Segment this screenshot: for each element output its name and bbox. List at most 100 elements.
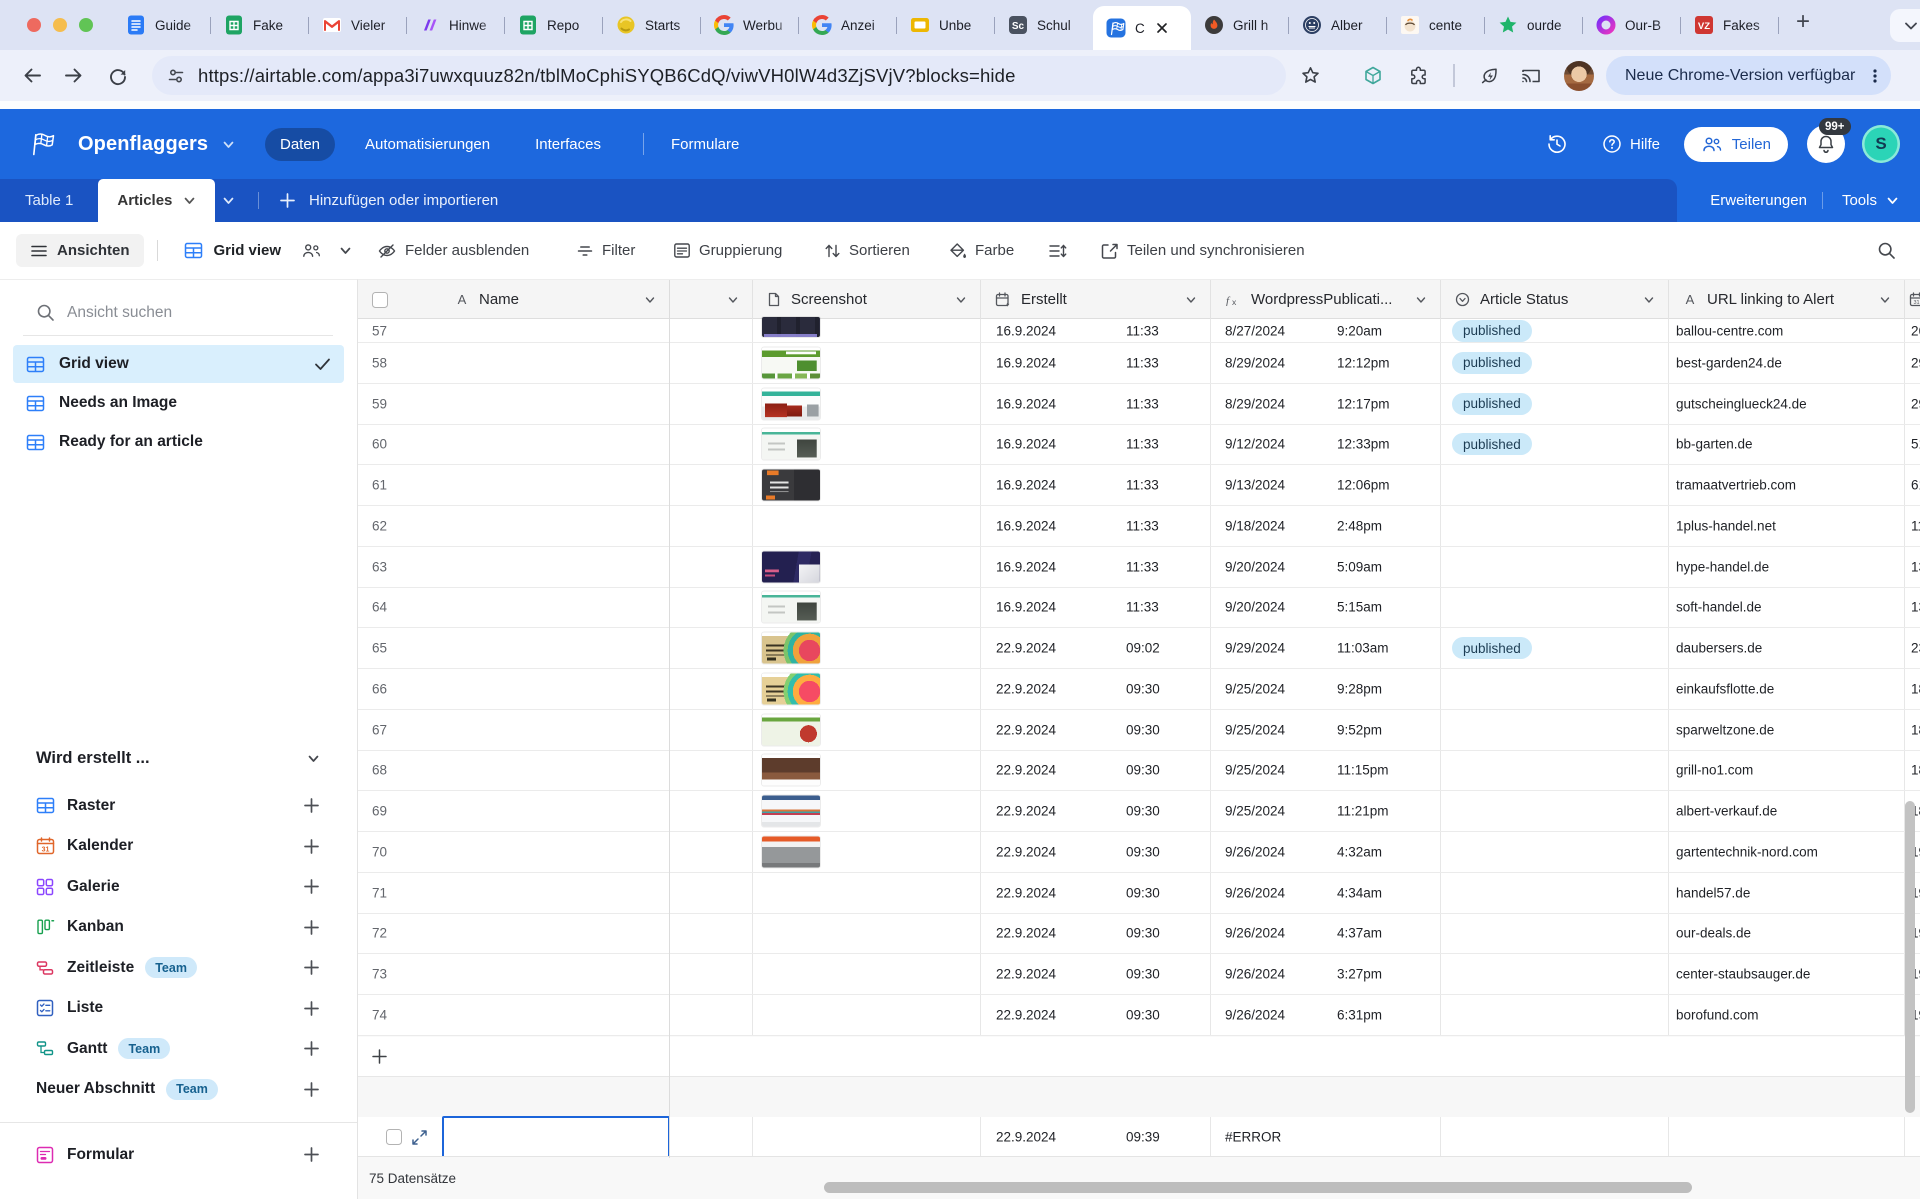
unnamed-cell[interactable] (670, 319, 753, 342)
screenshot-cell[interactable] (753, 873, 981, 913)
wordpress-cell[interactable]: 9/29/2024 11:03am (1211, 628, 1441, 668)
table-tab[interactable]: Table 1 (0, 179, 98, 222)
erstellt-cell[interactable]: 22.9.2024 09:30 (981, 669, 1211, 709)
wordpress-cell[interactable]: 9/26/2024 4:37am (1211, 914, 1441, 954)
create-option[interactable]: Liste (0, 988, 357, 1029)
toolbar-button[interactable]: Farbe (948, 242, 1014, 260)
browser-tab[interactable]: VZ Fakes (1681, 0, 1779, 50)
new-tab-button[interactable]: + (1796, 8, 1810, 36)
alert-cell[interactable]: 18 (1905, 751, 1920, 791)
erstellt-cell[interactable]: 16.9.2024 11:33 (981, 547, 1211, 587)
erstellt-cell[interactable]: 22.9.2024 09:30 (981, 710, 1211, 750)
table-row[interactable]: 68 22.9.2024 09:30 9/25/2024 11:15pm gri… (358, 751, 1920, 792)
site-settings-icon[interactable] (167, 67, 185, 85)
table-row[interactable]: 61 16.9.2024 11:33 9/13/2024 12:06pm tra… (358, 465, 1920, 506)
view-search[interactable]: Ansicht suchen (0, 280, 357, 322)
column-header[interactable]: 31 (1905, 280, 1920, 319)
erstellt-cell[interactable]: 16.9.2024 11:33 (981, 384, 1211, 424)
status-cell[interactable] (1441, 1117, 1669, 1157)
create-option[interactable]: Kanban (0, 907, 357, 948)
help-button[interactable]: Hilfe (1602, 109, 1660, 179)
chevron-down-icon[interactable] (1185, 294, 1197, 306)
create-section-header[interactable]: Wird erstellt ... (36, 749, 320, 768)
plus-icon[interactable] (303, 1000, 320, 1017)
create-option[interactable]: 31 Kalender (0, 826, 357, 867)
url-cell[interactable]: ballou-centre.com (1669, 319, 1905, 342)
name-cell[interactable]: 57 (358, 319, 670, 342)
plus-icon[interactable] (303, 838, 320, 855)
alert-cell[interactable]: 11 (1905, 506, 1920, 546)
url-cell[interactable]: sparweltzone.de (1669, 710, 1905, 750)
bookmark-button[interactable] (1300, 50, 1321, 101)
erstellt-cell[interactable]: 22.9.2024 09:02 (981, 628, 1211, 668)
create-option[interactable]: Formular (0, 1135, 357, 1176)
alert-cell[interactable]: 18 (1905, 669, 1920, 709)
forward-button[interactable] (63, 50, 84, 101)
create-option[interactable]: Zeitleiste Team (0, 948, 357, 989)
column-header[interactable]: Article Status (1441, 280, 1669, 319)
screenshot-cell[interactable] (753, 791, 981, 831)
unnamed-cell[interactable] (670, 791, 753, 831)
wordpress-cell[interactable]: 9/26/2024 6:31pm (1211, 995, 1441, 1035)
erstellt-cell[interactable]: 16.9.2024 11:33 (981, 506, 1211, 546)
browser-tab[interactable]: Unbe (897, 0, 995, 50)
screenshot-cell[interactable] (753, 319, 981, 342)
expand-record-icon[interactable] (411, 1129, 428, 1146)
browser-tab[interactable]: Repo (505, 0, 603, 50)
status-cell[interactable]: published (1441, 384, 1669, 424)
erstellt-cell[interactable]: 22.9.2024 09:39 (981, 1117, 1211, 1157)
toolbar-button[interactable] (1048, 243, 1075, 259)
url-cell[interactable]: soft-handel.de (1669, 588, 1905, 628)
url-cell[interactable]: hype-handel.de (1669, 547, 1905, 587)
erstellt-cell[interactable]: 16.9.2024 11:33 (981, 465, 1211, 505)
erstellt-cell[interactable]: 22.9.2024 09:30 (981, 995, 1211, 1035)
unnamed-cell[interactable] (670, 506, 753, 546)
toolbar-button[interactable]: Teilen und synchronisieren (1100, 242, 1305, 260)
screenshot-cell[interactable] (753, 995, 981, 1035)
wordpress-cell[interactable]: 9/20/2024 5:15am (1211, 588, 1441, 628)
erstellt-cell[interactable]: 16.9.2024 11:33 (981, 343, 1211, 383)
status-cell[interactable] (1441, 669, 1669, 709)
browser-tab[interactable]: Hinwe (407, 0, 505, 50)
table-row[interactable]: 60 16.9.2024 11:33 9/12/2024 12:33pm pub… (358, 425, 1920, 466)
view-switcher[interactable]: Grid view (184, 242, 353, 259)
alert-cell[interactable]: 51 (1905, 425, 1920, 465)
status-cell[interactable]: published (1441, 628, 1669, 668)
screenshot-cell[interactable] (753, 710, 981, 750)
table-row[interactable]: 63 16.9.2024 11:33 9/20/2024 5:09am hype… (358, 547, 1920, 588)
unnamed-cell[interactable] (670, 914, 753, 954)
url-cell[interactable]: gutscheinglueck24.de (1669, 384, 1905, 424)
unnamed-cell[interactable] (670, 954, 753, 994)
browser-tab[interactable]: Starts (603, 0, 701, 50)
name-cell[interactable]: 60 (358, 425, 670, 465)
unnamed-cell[interactable] (670, 751, 753, 791)
new-record-row[interactable]: 22.9.2024 09:39 #ERROR (358, 1117, 1920, 1158)
toolbar-button[interactable]: Felder ausblenden (377, 242, 529, 260)
view-list-item[interactable]: Needs an Image (13, 384, 344, 422)
erstellt-cell[interactable]: 22.9.2024 09:30 (981, 954, 1211, 994)
unnamed-cell[interactable] (670, 995, 753, 1035)
screenshot-cell[interactable] (753, 914, 981, 954)
chrome-update-button[interactable]: Neue Chrome-Version verfügbar (1606, 50, 1891, 101)
url-text[interactable]: https://airtable.com/appa3i7uwxquuz82n/t… (198, 65, 1016, 87)
erstellt-cell[interactable]: 16.9.2024 11:33 (981, 588, 1211, 628)
table-row[interactable]: 58 16.9.2024 11:33 8/29/2024 12:12pm pub… (358, 343, 1920, 384)
url-cell[interactable] (1669, 1117, 1905, 1157)
plus-icon[interactable] (303, 959, 320, 976)
unnamed-cell[interactable] (670, 384, 753, 424)
name-cell[interactable]: 65 (358, 628, 670, 668)
url-cell[interactable]: daubersers.de (1669, 628, 1905, 668)
minimize-window-button[interactable] (53, 18, 67, 32)
alert-cell[interactable]: 18 (1905, 710, 1920, 750)
unnamed-cell[interactable] (670, 628, 753, 668)
table-row[interactable]: 57 16.9.2024 11:33 8/27/2024 9:20am publ… (358, 319, 1920, 343)
chevron-down-icon[interactable] (1643, 294, 1655, 306)
erstellt-cell[interactable]: 22.9.2024 09:30 (981, 791, 1211, 831)
browser-tab[interactable]: Grill h (1191, 0, 1289, 50)
create-option[interactable]: Raster (0, 786, 357, 827)
search-button[interactable] (1877, 222, 1896, 279)
table-list-chevron[interactable] (222, 179, 235, 222)
name-cell[interactable]: 66 (358, 669, 670, 709)
wordpress-cell[interactable]: 8/29/2024 12:17pm (1211, 384, 1441, 424)
url-cell[interactable]: borofund.com (1669, 995, 1905, 1035)
